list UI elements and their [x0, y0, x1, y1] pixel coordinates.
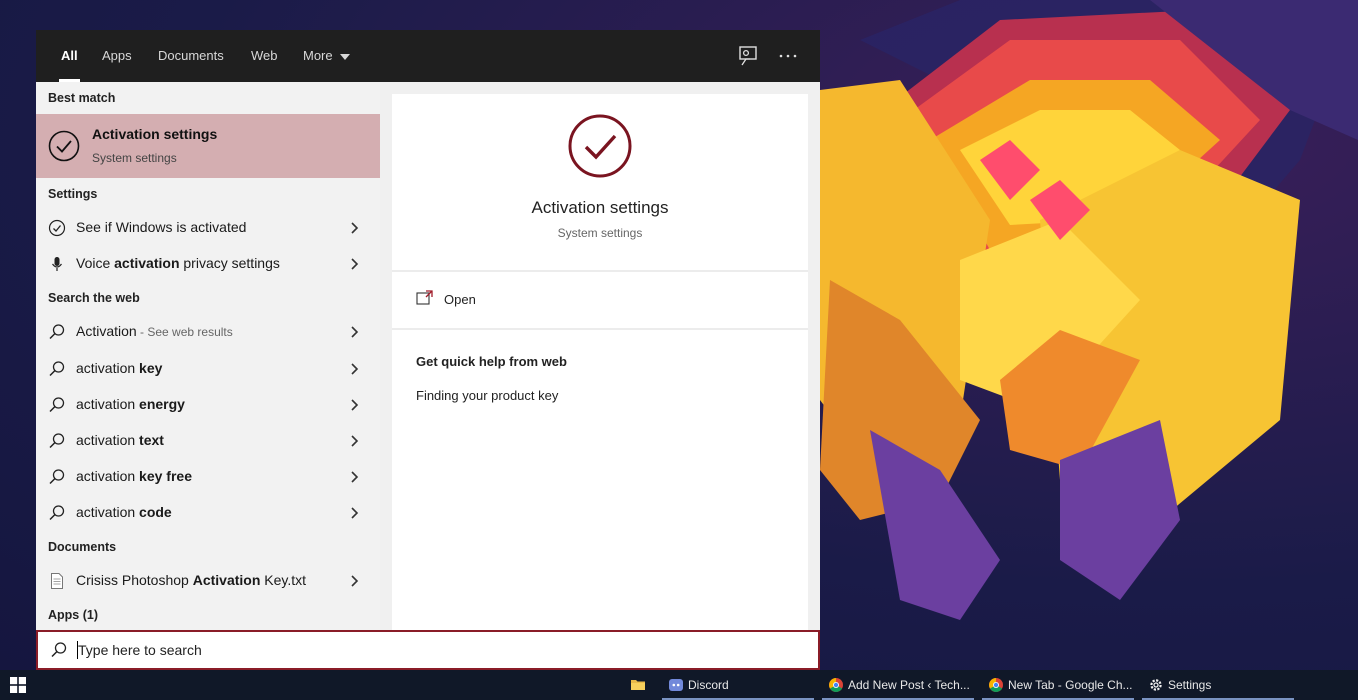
- chevron-right-icon: [351, 471, 359, 483]
- web-item-label: activation key free: [76, 468, 192, 484]
- web-item-activation-text[interactable]: activation text: [36, 423, 380, 459]
- taskbar-settings[interactable]: Settings: [1142, 670, 1294, 700]
- search-icon: [49, 433, 65, 449]
- preview-title: Activation settings: [531, 198, 669, 217]
- chevron-down-icon: [340, 54, 351, 60]
- search-input[interactable]: [76, 637, 800, 663]
- chevron-right-icon: [351, 258, 359, 270]
- web-item-activation[interactable]: Activation - See web results: [36, 314, 380, 350]
- chevron-right-icon: [351, 363, 359, 375]
- section-apps: Apps (1): [48, 608, 98, 622]
- preview-pane: Activation settings System settings Open…: [392, 94, 808, 630]
- settings-item-windows-activated[interactable]: See if Windows is activated: [36, 210, 380, 246]
- taskbar-file-explorer[interactable]: [624, 670, 654, 700]
- chevron-right-icon: [351, 399, 359, 411]
- feedback-icon[interactable]: [736, 44, 760, 68]
- taskbar-chrome-add-post[interactable]: Add New Post ‹ Tech...: [822, 670, 974, 700]
- taskbar: Discord Add New Post ‹ Tech... New Tab -…: [0, 670, 1358, 700]
- web-item-activation-key[interactable]: activation key: [36, 351, 380, 387]
- settings-item-voice-activation[interactable]: Voice activation privacy settings: [36, 246, 380, 282]
- web-item-activation-energy[interactable]: activation energy: [36, 387, 380, 423]
- best-match-item[interactable]: Activation settings System settings: [36, 114, 380, 178]
- web-item-activation-key-free[interactable]: activation key free: [36, 459, 380, 495]
- section-settings: Settings: [48, 187, 98, 201]
- section-best-match: Best match: [48, 91, 116, 105]
- microphone-icon: [52, 257, 62, 271]
- text-caret: [77, 641, 78, 659]
- tab-all[interactable]: All: [59, 30, 80, 82]
- chevron-right-icon: [351, 222, 359, 234]
- open-window-icon: [416, 290, 433, 305]
- document-item-photoshop-key[interactable]: Crisiss Photoshop Activation Key.txt: [36, 563, 380, 599]
- settings-item-label: See if Windows is activated: [76, 219, 247, 235]
- chrome-icon: [829, 678, 843, 692]
- web-item-label: activation text: [76, 432, 164, 448]
- tab-documents[interactable]: Documents: [158, 30, 224, 82]
- help-heading: Get quick help from web: [416, 354, 567, 369]
- search-icon: [49, 397, 65, 413]
- windows-start-icon[interactable]: [10, 677, 26, 693]
- search-panel: All Apps Documents Web More Best match A…: [36, 30, 820, 630]
- tab-web[interactable]: Web: [251, 30, 278, 82]
- text-document-icon: [51, 573, 63, 589]
- divider: [392, 328, 808, 330]
- best-match-subtitle: System settings: [92, 151, 177, 165]
- web-item-label: activation energy: [76, 396, 185, 412]
- section-documents: Documents: [48, 540, 117, 554]
- chevron-right-icon: [351, 435, 359, 447]
- chevron-right-icon: [351, 507, 359, 519]
- chevron-right-icon: [351, 575, 359, 587]
- preview-subtitle: System settings: [557, 226, 643, 240]
- search-icon: [49, 505, 65, 521]
- taskbar-discord[interactable]: Discord: [662, 670, 814, 700]
- settings-item-label: Voice activation privacy settings: [76, 255, 280, 271]
- search-box[interactable]: [36, 630, 820, 670]
- tab-apps[interactable]: Apps: [102, 30, 132, 82]
- check-circle-icon: [48, 130, 80, 162]
- open-label: Open: [444, 292, 476, 307]
- help-link-product-key[interactable]: Finding your product key: [416, 388, 558, 403]
- document-item-label: Crisiss Photoshop Activation Key.txt: [76, 572, 307, 588]
- section-search-web: Search the web: [48, 291, 140, 305]
- folder-icon: [631, 680, 645, 690]
- more-options-icon[interactable]: [776, 44, 800, 68]
- tab-more[interactable]: More: [303, 30, 351, 82]
- web-item-label: activation code: [76, 504, 172, 520]
- chrome-icon: [989, 678, 1003, 692]
- search-icon: [49, 361, 65, 377]
- check-circle-icon: [568, 114, 632, 178]
- search-tab-bar: All Apps Documents Web More: [36, 30, 820, 82]
- check-circle-icon: [48, 219, 66, 237]
- best-match-title: Activation settings: [92, 126, 218, 142]
- search-icon: [49, 324, 65, 340]
- chevron-right-icon: [351, 326, 359, 338]
- results-list: Best match Activation settings System se…: [36, 82, 380, 630]
- web-item-activation-code[interactable]: activation code: [36, 495, 380, 531]
- gear-icon: [1150, 679, 1162, 691]
- search-icon: [49, 469, 65, 485]
- web-item-label: activation key: [76, 360, 163, 376]
- taskbar-chrome-new-tab[interactable]: New Tab - Google Ch...: [982, 670, 1134, 700]
- search-icon: [51, 642, 67, 658]
- discord-icon: [669, 679, 683, 691]
- divider: [392, 270, 808, 272]
- web-item-label: Activation - See web results: [76, 323, 233, 339]
